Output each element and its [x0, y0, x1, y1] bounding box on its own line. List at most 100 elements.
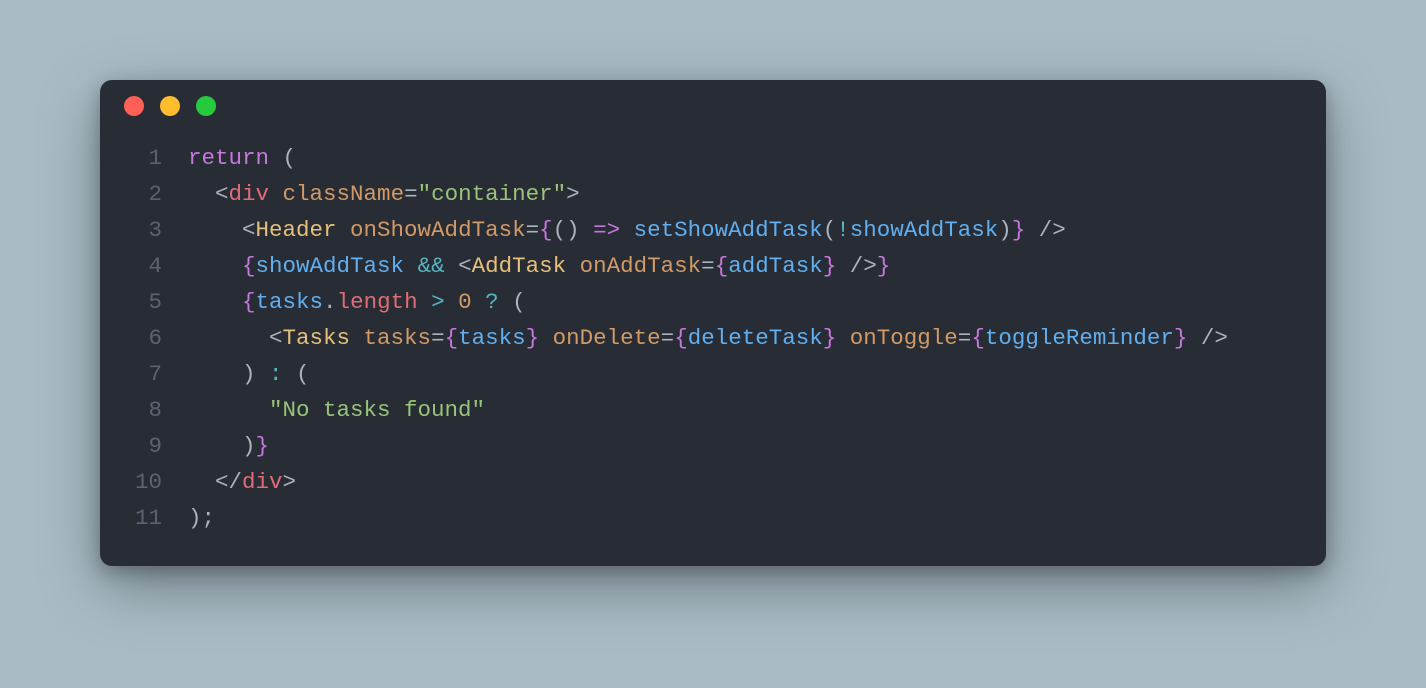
- code-token: </: [188, 469, 242, 495]
- code-token: [836, 325, 850, 351]
- code-token: {: [445, 325, 459, 351]
- code-token: addTask: [728, 253, 823, 279]
- code-token: (: [269, 145, 296, 171]
- code-token: <: [188, 325, 283, 351]
- line-number: 7: [100, 356, 188, 392]
- code-token: [350, 325, 364, 351]
- code-token: =>: [593, 217, 620, 243]
- code-token: onAddTask: [580, 253, 702, 279]
- code-token: />: [1187, 325, 1228, 351]
- code-line[interactable]: 10 </div>: [100, 464, 1302, 500]
- code-token: {: [715, 253, 729, 279]
- code-content[interactable]: <Header onShowAddTask={() => setShowAddT…: [188, 212, 1302, 248]
- code-token: onToggle: [850, 325, 958, 351]
- code-content[interactable]: return (: [188, 140, 1302, 176]
- line-number: 5: [100, 284, 188, 320]
- window-close-icon[interactable]: [124, 96, 144, 116]
- code-token: (): [553, 217, 594, 243]
- code-token: <: [445, 253, 472, 279]
- code-line[interactable]: 1return (: [100, 140, 1302, 176]
- line-number: 10: [100, 464, 188, 500]
- code-token: [566, 253, 580, 279]
- code-token: Header: [256, 217, 337, 243]
- code-content[interactable]: ) : (: [188, 356, 1302, 392]
- code-token: (: [823, 217, 837, 243]
- code-token: [188, 253, 242, 279]
- code-token: ): [998, 217, 1012, 243]
- code-token: }: [823, 325, 837, 351]
- window-zoom-icon[interactable]: [196, 96, 216, 116]
- code-token: deleteTask: [688, 325, 823, 351]
- code-token: ): [188, 433, 256, 459]
- code-line[interactable]: 8 "No tasks found": [100, 392, 1302, 428]
- code-token: ?: [485, 289, 499, 315]
- code-token: =: [958, 325, 972, 351]
- line-number: 2: [100, 176, 188, 212]
- code-token: {: [539, 217, 553, 243]
- code-token: >: [431, 289, 445, 315]
- code-token: }: [1174, 325, 1188, 351]
- code-token: [445, 289, 459, 315]
- code-token: />: [836, 253, 877, 279]
- code-token: "container": [418, 181, 567, 207]
- code-token: [620, 217, 634, 243]
- code-line[interactable]: 5 {tasks.length > 0 ? (: [100, 284, 1302, 320]
- code-token: <: [188, 217, 256, 243]
- code-token: }: [256, 433, 270, 459]
- code-token: [337, 217, 351, 243]
- code-token: (: [283, 361, 310, 387]
- code-token: [188, 289, 242, 315]
- code-token: />: [1025, 217, 1066, 243]
- code-token: (: [499, 289, 526, 315]
- code-token: length: [337, 289, 418, 315]
- line-number: 3: [100, 212, 188, 248]
- code-content[interactable]: "No tasks found": [188, 392, 1302, 428]
- code-line[interactable]: 2 <div className="container">: [100, 176, 1302, 212]
- code-token: }: [877, 253, 891, 279]
- code-line[interactable]: 9 )}: [100, 428, 1302, 464]
- code-token: onShowAddTask: [350, 217, 526, 243]
- code-line[interactable]: 6 <Tasks tasks={tasks} onDelete={deleteT…: [100, 320, 1302, 356]
- code-token: }: [823, 253, 837, 279]
- line-number: 6: [100, 320, 188, 356]
- code-token: "No tasks found": [269, 397, 485, 423]
- line-number: 8: [100, 392, 188, 428]
- code-token: =: [526, 217, 540, 243]
- code-token: [418, 289, 432, 315]
- code-token: Tasks: [283, 325, 351, 351]
- line-number: 9: [100, 428, 188, 464]
- code-token: &&: [418, 253, 445, 279]
- code-token: [472, 289, 486, 315]
- code-token: [188, 397, 269, 423]
- code-window: 1return (2 <div className="container">3 …: [100, 80, 1326, 566]
- code-token: }: [1012, 217, 1026, 243]
- code-token: [539, 325, 553, 351]
- line-number: 4: [100, 248, 188, 284]
- code-token: .: [323, 289, 337, 315]
- window-minimize-icon[interactable]: [160, 96, 180, 116]
- code-content[interactable]: {tasks.length > 0 ? (: [188, 284, 1302, 320]
- code-token: onDelete: [553, 325, 661, 351]
- code-content[interactable]: );: [188, 500, 1302, 536]
- code-token: return: [188, 145, 269, 171]
- code-content[interactable]: {showAddTask && <AddTask onAddTask={addT…: [188, 248, 1302, 284]
- code-line[interactable]: 4 {showAddTask && <AddTask onAddTask={ad…: [100, 248, 1302, 284]
- code-token: =: [701, 253, 715, 279]
- code-token: >: [566, 181, 580, 207]
- window-titlebar: [100, 80, 1326, 132]
- code-token: showAddTask: [256, 253, 405, 279]
- code-line[interactable]: 3 <Header onShowAddTask={() => setShowAd…: [100, 212, 1302, 248]
- code-token: tasks: [364, 325, 432, 351]
- code-content[interactable]: )}: [188, 428, 1302, 464]
- code-line[interactable]: 7 ) : (: [100, 356, 1302, 392]
- code-content[interactable]: </div>: [188, 464, 1302, 500]
- code-token: tasks: [256, 289, 324, 315]
- code-editor[interactable]: 1return (2 <div className="container">3 …: [100, 132, 1326, 536]
- code-token: {: [242, 289, 256, 315]
- code-line[interactable]: 11);: [100, 500, 1302, 536]
- code-token: 0: [458, 289, 472, 315]
- code-token: {: [674, 325, 688, 351]
- line-number: 1: [100, 140, 188, 176]
- code-content[interactable]: <div className="container">: [188, 176, 1302, 212]
- code-content[interactable]: <Tasks tasks={tasks} onDelete={deleteTas…: [188, 320, 1302, 356]
